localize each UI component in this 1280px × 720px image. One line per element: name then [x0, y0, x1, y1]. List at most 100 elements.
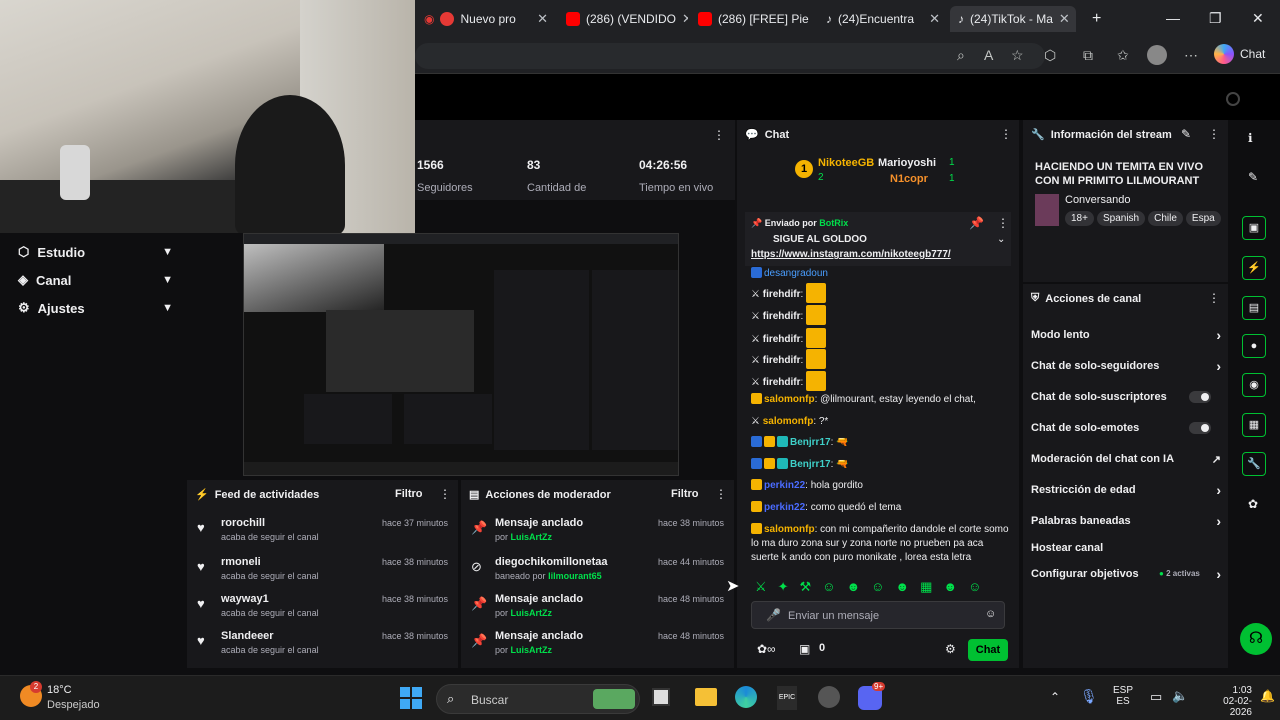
browser-tab-active[interactable]: ♪ (24)TikTok - Ma ✕: [950, 6, 1076, 32]
browser-tab[interactable]: ♪ (24)Encuentra ✕: [818, 6, 948, 32]
rail-wrench-button[interactable]: 🔧: [1242, 452, 1266, 476]
feed-user[interactable]: rmoneli: [221, 556, 261, 568]
rail-stream-button[interactable]: ▣: [1242, 216, 1266, 240]
chat-user[interactable]: perkin22: [764, 480, 805, 491]
chat-user[interactable]: salomonfp: [763, 416, 814, 427]
info-icon[interactable]: ℹ: [1248, 131, 1253, 145]
feed-user[interactable]: rorochill: [221, 517, 265, 529]
chat-user[interactable]: Benjrr17: [790, 459, 831, 470]
edit-pencil-icon[interactable]: ✎: [1181, 127, 1191, 141]
subs-only-toggle[interactable]: [1189, 391, 1211, 403]
nav-estudio[interactable]: ⬡ Estudio ▼: [18, 241, 173, 263]
nav-ajustes[interactable]: ⚙ Ajustes ▼: [18, 297, 173, 319]
browser-tab[interactable]: (286) (VENDIDO ✕: [558, 6, 688, 32]
action-ai-moderation[interactable]: Moderación del chat con IA ↗: [1031, 453, 1221, 466]
rail-bolt-button[interactable]: ⚡: [1242, 256, 1266, 280]
unpin-icon[interactable]: 📌: [969, 216, 984, 230]
mod-user[interactable]: LuisArtZz: [511, 532, 553, 542]
close-icon[interactable]: ✕: [537, 11, 548, 27]
chat-user[interactable]: firehdifr: [763, 311, 801, 322]
edit-pencil-icon[interactable]: ✎: [1248, 170, 1258, 184]
feed-user[interactable]: Slandeeer: [221, 630, 274, 642]
chevron-down-icon[interactable]: ⌄: [997, 234, 1005, 245]
chevron-up-icon[interactable]: ⌃: [1050, 690, 1060, 704]
pinned-link[interactable]: https://www.instagram.com/nikoteegb777/: [751, 249, 951, 260]
emoji-icon[interactable]: ☺: [985, 608, 996, 620]
windows-start-icon[interactable]: [400, 687, 422, 709]
network-icon[interactable]: ▭: [1150, 689, 1162, 705]
rail-chat-button[interactable]: ●: [1242, 334, 1266, 358]
mod-filter-button[interactable]: Filtro: [671, 488, 699, 500]
copilot-chat-button[interactable]: Chat: [1214, 44, 1265, 64]
stream-category[interactable]: Conversando: [1065, 194, 1130, 206]
chat-user[interactable]: perkin22: [764, 502, 805, 513]
viewers-icon[interactable]: ✿∞: [757, 642, 776, 656]
chat-user[interactable]: firehdifr: [763, 334, 801, 345]
task-view-icon[interactable]: [652, 688, 670, 706]
pinned-message[interactable]: 📌 Enviado por BotRix 📌 ⋮ SIGUE AL GOLDOO…: [745, 212, 1011, 266]
feed-menu-icon[interactable]: ⋮: [439, 487, 451, 501]
action-followers-only[interactable]: Chat de solo-seguidores ›: [1031, 358, 1221, 374]
browser-tab[interactable]: (286) [FREE] Pie ✕: [690, 6, 816, 32]
chat-user[interactable]: salomonfp: [764, 524, 815, 535]
chat-user[interactable]: firehdifr: [763, 377, 801, 388]
more-apps-icon[interactable]: ✿: [1248, 497, 1258, 511]
language-indicator[interactable]: ESP ES: [1113, 685, 1133, 707]
action-banned-words[interactable]: Palabras baneadas ›: [1031, 513, 1221, 529]
leader-name[interactable]: NikoteeGB: [818, 157, 874, 169]
zoom-icon[interactable]: ⌕: [957, 47, 965, 64]
support-headset-button[interactable]: ☊: [1240, 623, 1272, 655]
more-menu-icon[interactable]: ⋯: [1184, 47, 1198, 64]
profile-avatar[interactable]: [1147, 45, 1167, 65]
quick-emotes-row[interactable]: ⚔✦⚒☺☻☺☻▦☻☺: [755, 579, 992, 595]
close-icon[interactable]: ✕: [682, 11, 688, 27]
weather-temp[interactable]: 18°C: [47, 684, 72, 696]
epic-games-icon[interactable]: EPIC: [777, 686, 797, 710]
mic-icon[interactable]: 🎤: [766, 608, 781, 622]
chat-user[interactable]: Benjrr17: [790, 437, 831, 448]
address-bar[interactable]: [415, 43, 1045, 69]
rail-shield-button[interactable]: ▦: [1242, 413, 1266, 437]
extensions-icon[interactable]: ⬡: [1044, 47, 1056, 64]
chat-menu-icon[interactable]: ⋮: [1000, 127, 1012, 141]
edge-icon[interactable]: [735, 686, 757, 708]
chat-user[interactable]: firehdifr: [763, 355, 801, 366]
rail-log-button[interactable]: ▤: [1242, 296, 1266, 320]
feed-filter-button[interactable]: Filtro: [395, 488, 423, 500]
chat-settings-icon[interactable]: ⚙: [945, 642, 956, 656]
action-host-channel[interactable]: Hostear canal: [1031, 542, 1221, 554]
mod-user[interactable]: LuisArtZz: [511, 608, 553, 618]
clock[interactable]: 1:03 02-02-2026: [1204, 685, 1252, 718]
mic-icon[interactable]: 🎙: [1080, 688, 1098, 705]
stats-menu-icon[interactable]: ⋮: [713, 128, 725, 142]
pinned-menu-icon[interactable]: ⋮: [997, 216, 1009, 230]
read-aloud-icon[interactable]: A: [984, 47, 993, 63]
notifications-icon[interactable]: 🔔: [1260, 689, 1275, 703]
chat-user[interactable]: desangradoun: [764, 268, 828, 279]
close-icon[interactable]: ✕: [815, 11, 816, 27]
new-tab-button[interactable]: +: [1084, 6, 1110, 32]
volume-icon[interactable]: 🔈: [1172, 688, 1188, 704]
rail-broadcast-button[interactable]: ◉: [1242, 373, 1266, 397]
chat-user[interactable]: salomonfp: [764, 394, 815, 405]
mod-menu-icon[interactable]: ⋮: [715, 487, 727, 501]
leader-name[interactable]: Marioyoshi: [878, 157, 936, 169]
maximize-icon[interactable]: ❐: [1209, 10, 1222, 27]
chat-user[interactable]: firehdifr: [763, 289, 801, 300]
close-icon[interactable]: ✕: [1059, 11, 1070, 27]
close-icon[interactable]: ✕: [929, 11, 940, 27]
nav-canal[interactable]: ◈ Canal ▼: [18, 269, 173, 291]
mod-user[interactable]: lilmourant65: [548, 571, 602, 581]
mod-action[interactable]: diegochikomillonetaa: [495, 556, 607, 568]
split-screen-icon[interactable]: ⧉: [1083, 47, 1093, 64]
favorite-star-icon[interactable]: ☆: [1011, 47, 1024, 64]
actions-menu-icon[interactable]: ⋮: [1208, 291, 1220, 305]
action-goals[interactable]: Configurar objetivos ● 2 activas ›: [1031, 566, 1221, 582]
emotes-only-toggle[interactable]: [1189, 422, 1211, 434]
taskbar-search[interactable]: ⌕ Buscar: [436, 684, 640, 714]
action-age-restriction[interactable]: Restricción de edad ›: [1031, 482, 1221, 498]
mod-user[interactable]: LuisArtZz: [511, 645, 553, 655]
leader-name[interactable]: N1copr: [890, 173, 928, 185]
minimize-icon[interactable]: —: [1166, 10, 1180, 26]
points-icon[interactable]: ▣: [799, 642, 810, 656]
